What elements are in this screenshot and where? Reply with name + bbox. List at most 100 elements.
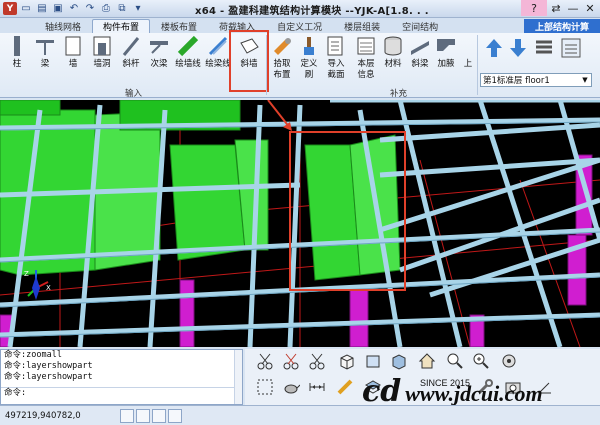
haunch-label: 加腋: [437, 59, 455, 69]
tab-superstructure-calc[interactable]: 上部结构计算: [523, 19, 600, 33]
minimize-icon[interactable]: —: [565, 0, 581, 16]
tab-custom-case[interactable]: 自定义工况: [266, 19, 333, 33]
cursor-coordinates: 497219,940782,0: [5, 410, 81, 421]
haunch-button[interactable]: 加腋: [434, 35, 458, 85]
home-view-icon[interactable]: [417, 351, 437, 371]
all-floors-icon[interactable]: [534, 37, 554, 59]
model-viewport[interactable]: Z X: [0, 100, 600, 347]
floor-up-icon[interactable]: [484, 37, 504, 59]
material-label: 材料: [384, 59, 402, 69]
floor-info-label-2: 信息: [357, 70, 375, 80]
floor-select-value: 第1标准层 floor1: [483, 76, 550, 86]
command-window[interactable]: 命令:zoomall 命令:layershowpart 命令:layershow…: [0, 349, 243, 405]
import-section-button[interactable]: 导入 截面: [324, 35, 348, 85]
command-input[interactable]: 命令:: [1, 387, 242, 398]
box-view-icon[interactable]: [389, 351, 409, 371]
snap-toggle[interactable]: [120, 408, 134, 423]
save-icon[interactable]: ▣: [51, 2, 65, 15]
tab-member-layout[interactable]: 构件布置: [92, 19, 151, 33]
draw-wall-line-button[interactable]: 绘墙线: [175, 35, 201, 85]
floor-manage-icon[interactable]: [560, 37, 582, 59]
tab-axis-grid[interactable]: 轴线网格: [34, 19, 92, 33]
brace-button[interactable]: 斜杆: [119, 35, 143, 85]
help-icon[interactable]: ?: [521, 0, 547, 16]
svg-text:Z: Z: [24, 270, 29, 278]
new-icon[interactable]: ▭: [19, 2, 33, 15]
upper-button[interactable]: 上: [460, 35, 476, 85]
beam-button[interactable]: 梁: [34, 35, 56, 85]
cut-select-icon[interactable]: [281, 351, 301, 371]
wall-opening-button[interactable]: 墙洞: [90, 35, 114, 85]
import-section-icon: [325, 35, 347, 57]
window-title: x64 - 盈建科建筑结构计算模块 --YJK-A[1.8. . .: [195, 6, 429, 17]
upper-placeholder: [462, 35, 474, 57]
command-scrollbar[interactable]: [234, 350, 242, 404]
draw-wall-line-button-label: 绘墙线: [175, 59, 201, 69]
brace-icon: [120, 35, 142, 57]
zoom-window-icon[interactable]: [445, 351, 465, 371]
slanted-beam-icon: [409, 35, 431, 57]
draw-beam-line-button[interactable]: 绘梁线: [205, 35, 231, 85]
front-view-icon[interactable]: [363, 351, 383, 371]
wall-icon: [62, 35, 84, 57]
secondary-beam-button[interactable]: 次梁: [147, 35, 171, 85]
undo-icon[interactable]: ↶: [67, 2, 81, 15]
upper-label: 上: [463, 59, 473, 69]
dropdown-icon[interactable]: ▾: [131, 2, 145, 15]
copy-icon[interactable]: ⧉: [115, 2, 129, 15]
trim-icon[interactable]: [307, 351, 327, 371]
grid-toggle[interactable]: [152, 408, 166, 423]
close-icon[interactable]: ✕: [582, 0, 598, 16]
slanted-wall-highlight-box: [229, 30, 269, 92]
beam-button-label: 梁: [40, 59, 50, 69]
quick-access-toolbar: Y ▭ ▤ ▣ ↶ ↷ ⎙ ⧉ ▾: [0, 2, 145, 15]
group-divider: [266, 35, 267, 95]
scissors-icon[interactable]: [255, 351, 275, 371]
tab-space-structure[interactable]: 空间结构: [391, 19, 449, 33]
material-icon: [382, 35, 404, 57]
brush-icon: [298, 35, 320, 57]
tab-floor-assembly[interactable]: 楼层组装: [333, 19, 391, 33]
floor-select[interactable]: 第1标准层 floor1 ▼: [480, 73, 592, 87]
haunch-icon: [435, 35, 457, 57]
command-history-line: 命令:layershowpart: [4, 361, 93, 371]
pick-layout-button[interactable]: 拾取 布置: [270, 35, 294, 85]
settings-icon[interactable]: [499, 351, 519, 371]
floor-info-button[interactable]: 本层 信息: [354, 35, 378, 85]
define-brush-button[interactable]: 定义 刷: [297, 35, 321, 85]
cube-view-icon[interactable]: [337, 351, 357, 371]
display-toggle[interactable]: [168, 408, 182, 423]
slanted-beam-button[interactable]: 斜梁: [408, 35, 432, 85]
beam-icon: [34, 35, 56, 57]
command-history-line: 命令:layershowpart: [4, 372, 93, 382]
swap-icon[interactable]: ⇄: [548, 0, 564, 16]
watermark-since: SINCE 2015: [420, 378, 471, 388]
dimension-icon[interactable]: [307, 377, 327, 397]
teapot-icon[interactable]: [281, 377, 301, 397]
zoom-all-icon[interactable]: [471, 351, 491, 371]
column-icon: [6, 35, 28, 57]
ortho-toggle[interactable]: [136, 408, 150, 423]
tab-slab-layout[interactable]: 楼板布置: [150, 19, 208, 33]
command-history-line: 命令:zoomall: [4, 350, 62, 360]
pick-layout-icon: [271, 35, 293, 57]
open-icon[interactable]: ▤: [35, 2, 49, 15]
column-button[interactable]: 柱: [6, 35, 28, 85]
material-button[interactable]: 材料: [380, 35, 406, 85]
floor-down-icon[interactable]: [508, 37, 528, 59]
window-controls: ? ⇄ — ✕: [521, 0, 598, 16]
group-divider-2: [477, 35, 478, 95]
axis-indicator: Z X: [24, 270, 51, 300]
ribbon-tabs: 轴线网格 构件布置 楼板布置 荷载输入 自定义工况 楼层组装 空间结构 上部结构…: [0, 18, 600, 33]
print-icon[interactable]: ⎙: [99, 2, 113, 15]
measure-icon[interactable]: [335, 377, 355, 397]
wall-button[interactable]: 墙: [62, 35, 84, 85]
redo-icon[interactable]: ↷: [83, 2, 97, 15]
input-group-label: 输入: [125, 89, 143, 99]
site-watermark: cd SINCE 2015 www.jdcui.com: [362, 377, 543, 407]
pick-layout-label-2: 布置: [273, 70, 291, 80]
import-section-label-1: 导入: [327, 59, 345, 69]
chevron-down-icon[interactable]: ▼: [580, 75, 590, 85]
select-box-icon[interactable]: [255, 377, 275, 397]
app-logo[interactable]: Y: [3, 2, 17, 15]
